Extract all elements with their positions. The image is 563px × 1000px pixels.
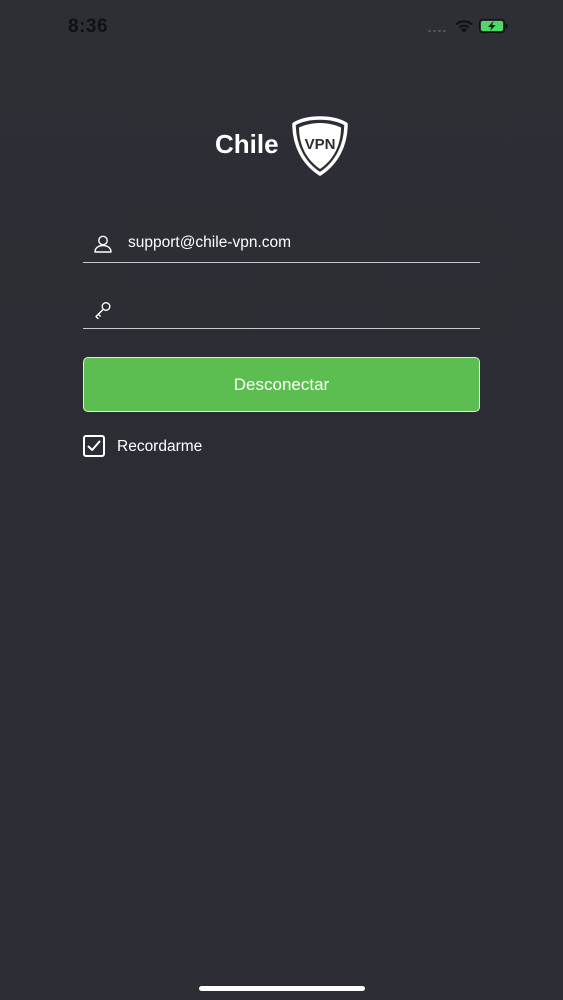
remember-me[interactable]: Recordarme <box>83 435 283 459</box>
shield-text: VPN <box>305 136 336 153</box>
signal-icon <box>428 24 452 32</box>
email-input[interactable] <box>128 228 473 258</box>
email-field <box>83 222 480 263</box>
disconnect-button[interactable]: Desconectar <box>83 357 480 412</box>
user-icon <box>93 234 113 254</box>
key-icon <box>93 300 113 320</box>
logo-text: Chile <box>215 129 279 159</box>
remember-label: Recordarme <box>117 438 203 455</box>
app-screen: 8:36 Chile VPN support@chile-vpn.com Des… <box>0 0 563 1000</box>
status-time: 8:36 <box>68 16 109 37</box>
battery-charging-icon <box>479 19 509 33</box>
status-bar: 8:36 <box>0 0 563 52</box>
remember-checkbox[interactable] <box>83 435 105 457</box>
shield-icon: VPN <box>291 115 349 177</box>
password-field <box>83 288 480 329</box>
app-logo: Chile VPN <box>215 115 355 179</box>
password-input[interactable] <box>128 294 473 324</box>
wifi-icon <box>454 18 474 34</box>
home-indicator[interactable] <box>199 986 365 991</box>
checkmark-icon <box>87 440 101 451</box>
